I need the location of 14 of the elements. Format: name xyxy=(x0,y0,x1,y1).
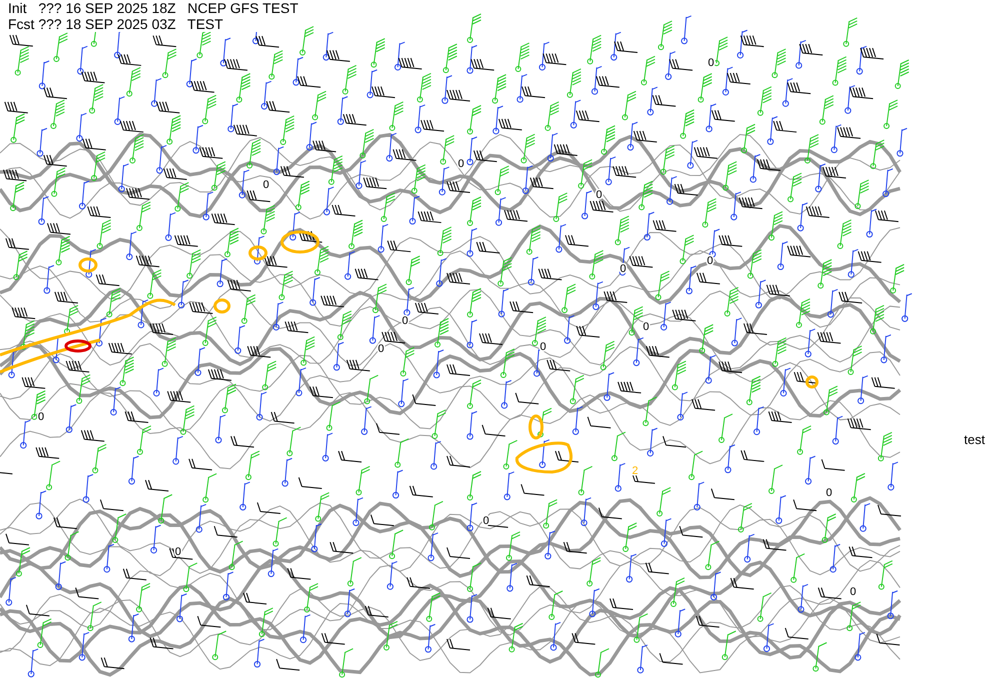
side-label: test xyxy=(964,432,985,447)
contour-label: 0 xyxy=(458,158,464,170)
header-text: Init ??? 16 SEP 2025 18Z NCEP GFS TEST xyxy=(8,0,298,16)
contour-label: 2 xyxy=(632,465,638,477)
contour-label: 0 xyxy=(708,57,714,69)
contour-label: 0 xyxy=(378,343,384,355)
contour-label: 0 xyxy=(38,411,44,423)
contour-label: 0 xyxy=(826,487,832,499)
header-text: Fcst ??? 18 SEP 2025 03Z TEST xyxy=(8,16,224,32)
contour-label: 0 xyxy=(643,321,650,333)
contour-label: 0 xyxy=(850,586,856,598)
contour-label: 0 xyxy=(175,546,182,558)
contour-label: 0 xyxy=(402,315,408,327)
contour-label: 0 xyxy=(263,179,270,191)
